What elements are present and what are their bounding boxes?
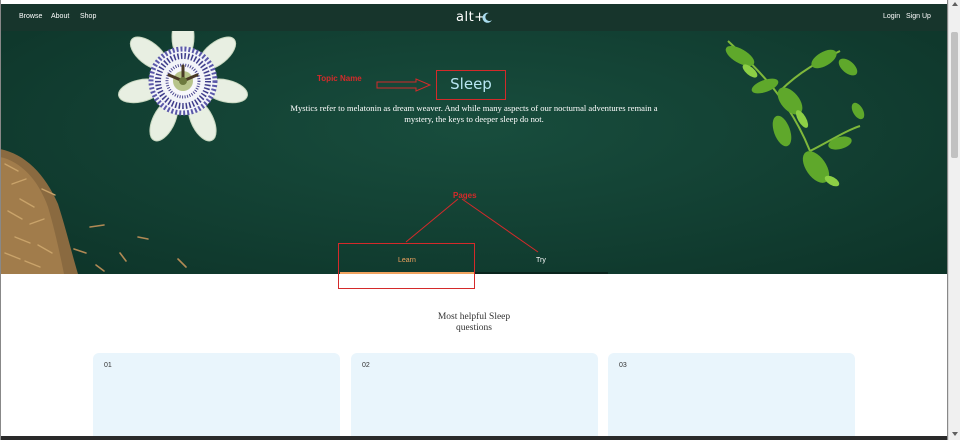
question-card[interactable]: 03 xyxy=(608,353,855,440)
login-link[interactable]: Login xyxy=(883,13,900,20)
topic-name-annotation: Topic Name xyxy=(317,74,362,83)
mint-leaves-image xyxy=(725,40,865,187)
nav-link-about[interactable]: About xyxy=(51,13,69,20)
question-card[interactable]: 01 xyxy=(93,353,340,440)
topic-title: Sleep xyxy=(450,75,492,93)
scroll-down-icon[interactable] xyxy=(952,432,958,436)
scrollbar-thumb[interactable] xyxy=(951,32,958,158)
card-number: 02 xyxy=(362,362,370,369)
passion-flower-image xyxy=(118,31,248,142)
hero-banner: Topic Name Sleep Mystics refer to melato… xyxy=(0,31,948,274)
pages-highlight-box xyxy=(338,243,475,289)
tab-try[interactable]: Try xyxy=(536,257,546,264)
vertical-scrollbar[interactable] xyxy=(948,0,960,440)
taskbar-strip xyxy=(0,436,948,440)
topic-description: Mystics refer to melatonin as dream weav… xyxy=(290,103,658,124)
section-heading: Most helpful Sleep questions xyxy=(437,312,511,333)
scroll-up-icon[interactable] xyxy=(952,2,958,6)
arrow-annotation-icon xyxy=(376,78,432,92)
card-number: 01 xyxy=(104,362,112,369)
moon-icon xyxy=(482,12,492,23)
question-card[interactable]: 02 xyxy=(351,353,598,440)
top-navbar: Browse About Shop alt+ Login Sign Up xyxy=(0,4,948,31)
dried-herbs-image xyxy=(0,149,187,274)
nav-link-browse[interactable]: Browse xyxy=(19,13,42,20)
nav-link-shop[interactable]: Shop xyxy=(80,13,96,20)
card-number: 03 xyxy=(619,362,627,369)
signup-link[interactable]: Sign Up xyxy=(906,13,931,20)
